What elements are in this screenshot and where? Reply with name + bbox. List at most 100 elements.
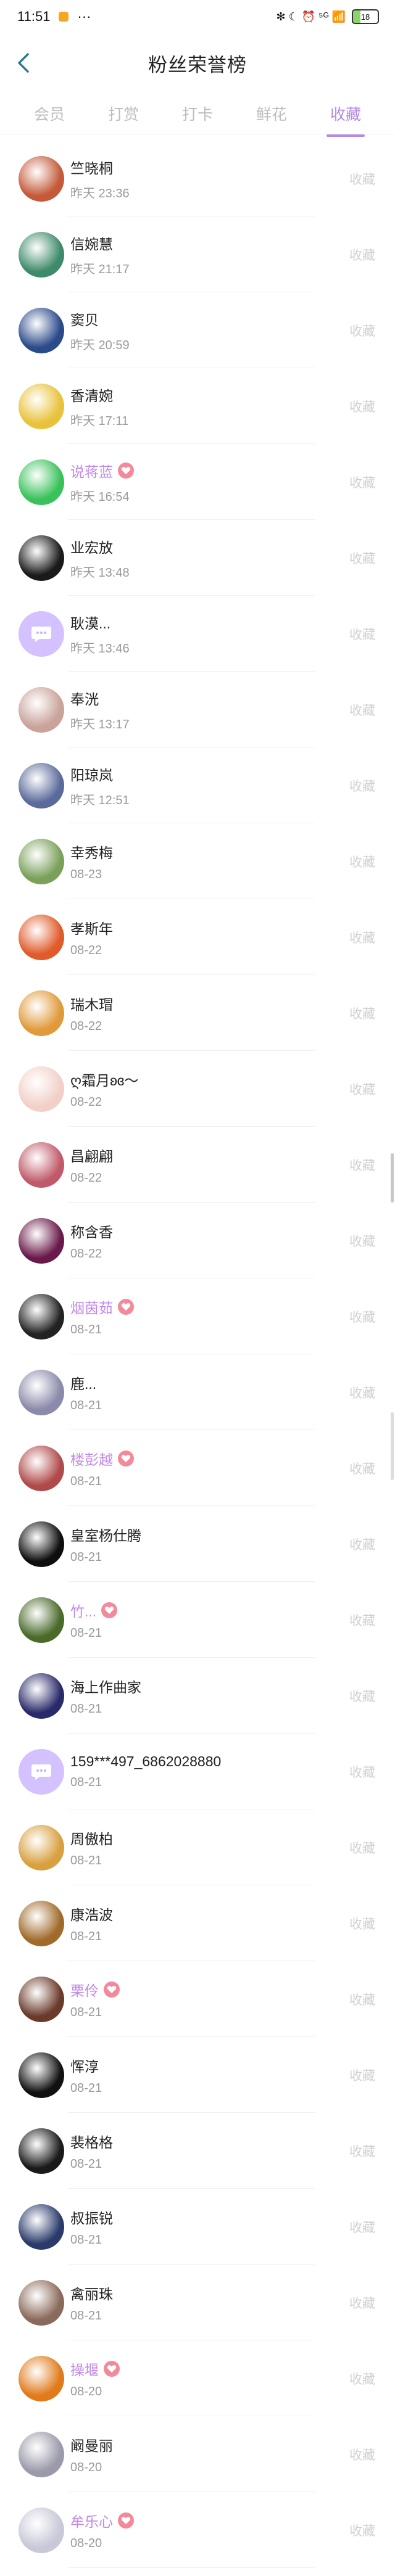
list-item[interactable]: 竹... 08-21 收藏: [0, 1582, 395, 1658]
avatar[interactable]: [19, 231, 64, 278]
list-item[interactable]: 香清婉 昨天 17:11 收藏: [0, 368, 395, 444]
avatar[interactable]: [19, 459, 64, 505]
avatar[interactable]: [19, 1597, 64, 1643]
avatar[interactable]: [19, 383, 64, 429]
fan-name: 幸秀梅: [70, 844, 113, 861]
tab-5[interactable]: 收藏: [325, 99, 366, 137]
avatar[interactable]: [19, 1824, 64, 1870]
list-item[interactable]: 奉洸 昨天 13:17 收藏: [0, 672, 395, 747]
list-item[interactable]: 康浩波 08-21 收藏: [0, 1885, 395, 1961]
timestamp: 08-21: [70, 1322, 102, 1336]
notification-icon: [59, 12, 69, 22]
list-item[interactable]: 裴格格 08-21 收藏: [0, 2113, 395, 2189]
avatar[interactable]: [19, 1217, 64, 1264]
fan-name: 周傲柏: [70, 1830, 113, 1847]
collect-label: 收藏: [349, 2448, 375, 2463]
avatar[interactable]: [19, 686, 64, 733]
list-item[interactable]: 幸秀梅 08-23 收藏: [0, 823, 395, 899]
list-item[interactable]: 窦贝 昨天 20:59 收藏: [0, 292, 395, 368]
name-line: 孝斯年: [70, 917, 113, 938]
list-item[interactable]: 159***497_6862028880 08-21 收藏: [0, 1734, 395, 1809]
list-item[interactable]: 恽淳 08-21 收藏: [0, 2037, 395, 2113]
avatar[interactable]: [19, 1521, 64, 1567]
page-header: 粉丝荣誉榜: [0, 33, 395, 93]
timestamp: 08-23: [70, 867, 102, 881]
avatar[interactable]: [19, 2431, 64, 2477]
avatar[interactable]: [19, 1976, 64, 2022]
fan-name: 牟乐心: [70, 2513, 113, 2530]
fan-info: 恽淳 08-21: [70, 2055, 102, 2096]
avatar[interactable]: [19, 155, 64, 202]
avatar[interactable]: [19, 307, 64, 353]
list-item[interactable]: 皇室杨仕腾 08-21 收藏: [0, 1506, 395, 1582]
timestamp: 08-21: [70, 1853, 102, 1867]
avatar[interactable]: [19, 2128, 64, 2174]
fan-name: 操堰: [70, 2361, 99, 2378]
avatar[interactable]: [19, 762, 64, 809]
collect-label: 收藏: [349, 324, 375, 339]
collect-label: 收藏: [349, 2372, 375, 2387]
list-item[interactable]: 瑞木瑁 08-22 收藏: [0, 975, 395, 1051]
clock: 11:51: [17, 9, 51, 24]
list-item[interactable]: 鹿... 08-21 收藏: [0, 1354, 395, 1430]
timestamp: 08-21: [70, 2081, 102, 2095]
list-item[interactable]: 海上作曲家 08-21 收藏: [0, 1658, 395, 1734]
list-item[interactable]: 楼彭越 08-21 收藏: [0, 1430, 395, 1506]
avatar[interactable]: [19, 1066, 64, 1112]
list-item[interactable]: 竺晓桐 昨天 23:36 收藏: [0, 141, 395, 216]
avatar[interactable]: [19, 2507, 64, 2553]
fan-name: 竺晓桐: [70, 160, 113, 176]
tab-2[interactable]: 打赏: [103, 99, 144, 128]
tab-4[interactable]: 鲜花: [251, 99, 292, 128]
fan-name: 阚曼丽: [70, 2437, 113, 2454]
scrollbar[interactable]: [391, 1153, 394, 1203]
avatar[interactable]: [19, 1369, 64, 1415]
name-line: 叔振锐: [70, 2207, 113, 2228]
avatar[interactable]: [19, 1142, 64, 1188]
avatar[interactable]: [19, 535, 64, 581]
name-line: 幸秀梅: [70, 841, 113, 862]
fan-info: 皇室杨仕腾 08-21: [70, 1524, 141, 1565]
list-item[interactable]: 耿漠... 昨天 13:46 收藏: [0, 596, 395, 672]
list-item[interactable]: 操堰 08-20 收藏: [0, 2340, 395, 2416]
avatar[interactable]: [19, 990, 64, 1036]
list-item[interactable]: ღ霜月ʚɞ～ 08-22 收藏: [0, 1051, 395, 1127]
avatar[interactable]: [19, 2279, 64, 2326]
list-item[interactable]: 信婉慧 昨天 21:17 收藏: [0, 216, 395, 292]
avatar[interactable]: [19, 2355, 64, 2401]
avatar[interactable]: [19, 1900, 64, 1946]
avatar[interactable]: [19, 2052, 64, 2098]
list-item[interactable]: 禽丽珠 08-21 收藏: [0, 2265, 395, 2340]
status-bar: 11:51 ··· ✻ ☾ ⏰ ⁵ᴳ 📶 18: [0, 0, 395, 33]
fan-name: 香清婉: [70, 387, 113, 404]
back-button[interactable]: [11, 51, 36, 75]
list-item[interactable]: 牟乐心 08-20 收藏: [0, 2492, 395, 2568]
list-item[interactable]: 阳琼岚 昨天 12:51 收藏: [0, 747, 395, 823]
list-item[interactable]: 阚曼丽 08-20 收藏: [0, 2416, 395, 2492]
avatar[interactable]: [19, 838, 64, 884]
name-line: 操堰: [70, 2358, 120, 2379]
avatar[interactable]: [19, 914, 64, 960]
tab-1[interactable]: 会员: [29, 99, 70, 128]
list-item[interactable]: 烟茵茹 08-21 收藏: [0, 1278, 395, 1354]
avatar[interactable]: [19, 1748, 64, 1795]
tab-3[interactable]: 打卡: [177, 99, 218, 128]
avatar[interactable]: [19, 1293, 64, 1339]
fan-name: ღ霜月ʚɞ～: [70, 1072, 139, 1088]
list-item[interactable]: 说蒋蓝 昨天 16:54 收藏: [0, 444, 395, 520]
list-item[interactable]: 孝斯年 08-22 收藏: [0, 899, 395, 975]
avatar[interactable]: [19, 1673, 64, 1719]
timestamp: 昨天 17:11: [70, 414, 129, 428]
list-item[interactable]: 栗伶 08-21 收藏: [0, 1961, 395, 2037]
collect-label: 收藏: [349, 703, 375, 718]
timestamp: 昨天 13:17: [70, 717, 130, 731]
list-item[interactable]: 称含香 08-22 收藏: [0, 1203, 395, 1278]
list-item[interactable]: 周傲柏 08-21 收藏: [0, 1809, 395, 1885]
list-item[interactable]: 昌翩翩 08-22 收藏: [0, 1127, 395, 1203]
list-item[interactable]: 叔振锐 08-21 收藏: [0, 2189, 395, 2265]
avatar[interactable]: [19, 1445, 64, 1491]
avatar[interactable]: [19, 2204, 64, 2250]
avatar[interactable]: [19, 611, 64, 657]
list-item[interactable]: 业宏放 昨天 13:48 收藏: [0, 520, 395, 596]
fan-name: 称含香: [70, 1224, 113, 1240]
